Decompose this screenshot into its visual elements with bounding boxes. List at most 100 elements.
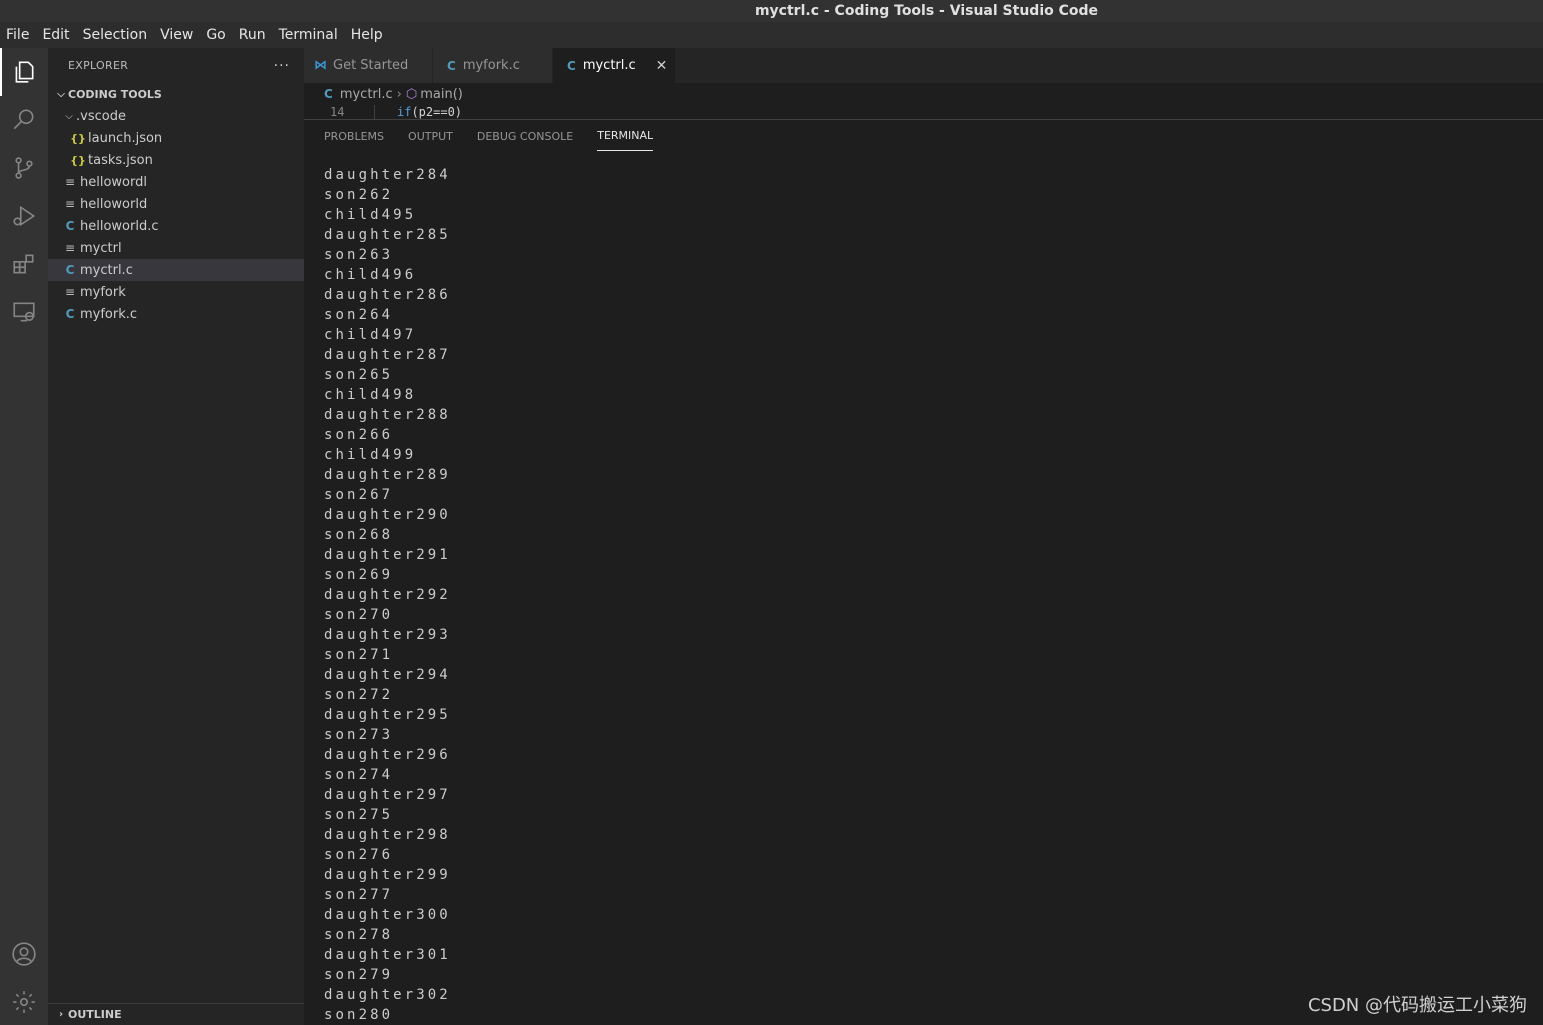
file-tasks-json[interactable]: {} tasks.json: [48, 149, 304, 171]
terminal-line: son263: [324, 247, 394, 263]
menu-view[interactable]: View: [160, 27, 193, 43]
file-helloworld[interactable]: ≡ helloworld: [48, 193, 304, 215]
panel-tabs: PROBLEMS OUTPUT DEBUG CONSOLE TERMINAL: [324, 120, 677, 152]
file-label: myfork: [80, 284, 126, 300]
chevron-down-icon: ⌵: [57, 88, 65, 100]
run-debug-icon[interactable]: [0, 192, 48, 240]
tab-myctrl-c[interactable]: C myctrl.c ✕: [553, 48, 677, 83]
file-label: myctrl: [80, 240, 122, 256]
terminal-output[interactable]: daughter284 son262 child495 daughter285 son2…: [324, 165, 1524, 1025]
file-myctrl-c[interactable]: C myctrl.c: [48, 259, 304, 281]
window-title: myctrl.c - Coding Tools - Visual Studio …: [754, 3, 1099, 19]
file-myfork-c[interactable]: C myfork.c: [48, 303, 304, 325]
editor-tabs: ⋈ Get Started C myfork.c C myctrl.c ✕: [304, 48, 1543, 83]
terminal-line: son271: [324, 647, 394, 663]
outline-section-header[interactable]: › OUTLINE: [48, 1003, 304, 1025]
files-icon[interactable]: [0, 48, 48, 96]
breadcrumb-file[interactable]: myctrl.c: [340, 87, 393, 102]
terminal-line: daughter301: [324, 947, 451, 963]
line-number: 14: [330, 105, 345, 119]
tab-terminal[interactable]: TERMINAL: [597, 121, 654, 151]
chevron-right-icon: ›: [396, 86, 402, 102]
terminal-line: son279: [324, 967, 394, 983]
menu-bar: File Edit Selection View Go Run Terminal…: [0, 22, 1543, 48]
folder-vscode[interactable]: ⌵ .vscode: [48, 105, 304, 127]
indent-guide: [374, 105, 375, 119]
terminal-line: son265: [324, 367, 394, 383]
terminal-line: daughter296: [324, 747, 451, 763]
tab-label: Get Started: [333, 58, 409, 73]
tab-label: myfork.c: [462, 58, 520, 73]
extensions-icon[interactable]: [0, 240, 48, 288]
terminal-line: daughter288: [324, 407, 451, 423]
menu-run[interactable]: Run: [239, 27, 266, 43]
explorer-sidebar: EXPLORER ··· ⌵ CODING TOOLS ⌵ .vscode {}…: [48, 48, 304, 1025]
workspace-section-header[interactable]: ⌵ CODING TOOLS: [48, 83, 304, 105]
terminal-line: daughter298: [324, 827, 451, 843]
breadcrumb-symbol[interactable]: main(): [420, 87, 463, 102]
c-file-icon: C: [447, 58, 456, 73]
workspace-name: CODING TOOLS: [68, 87, 162, 101]
tab-label: myctrl.c: [582, 58, 636, 73]
tab-problems[interactable]: PROBLEMS: [324, 120, 384, 152]
menu-help[interactable]: Help: [351, 27, 383, 43]
terminal-line: son266: [324, 427, 394, 443]
terminal-line: daughter297: [324, 787, 451, 803]
settings-gear-icon[interactable]: [0, 978, 48, 1025]
terminal-line: son267: [324, 487, 394, 503]
file-launch-json[interactable]: {} launch.json: [48, 127, 304, 149]
menu-go[interactable]: Go: [206, 27, 225, 43]
method-cube-icon: ⬡: [405, 86, 418, 102]
file-label: myctrl.c: [80, 262, 133, 278]
terminal-line: daughter299: [324, 867, 451, 883]
source-control-icon[interactable]: [0, 144, 48, 192]
watermark: CSDN @代码搬运工小菜狗: [1307, 995, 1527, 1016]
chevron-down-icon: ⌵: [65, 110, 73, 122]
activity-bar: [0, 48, 48, 1025]
terminal-line: daughter286: [324, 287, 451, 303]
terminal-line: child499: [324, 447, 417, 463]
close-icon[interactable]: ✕: [656, 58, 668, 74]
terminal-line: daughter287: [324, 347, 451, 363]
tab-output[interactable]: OUTPUT: [408, 120, 453, 152]
code-editor[interactable]: 14 if(p2==0): [304, 105, 1543, 119]
bottom-panel: PROBLEMS OUTPUT DEBUG CONSOLE TERMINAL d…: [304, 119, 1543, 1025]
json-file-icon: {}: [70, 153, 86, 167]
tab-get-started[interactable]: ⋈ Get Started: [304, 48, 433, 83]
text-file-icon: ≡: [64, 197, 76, 211]
explorer-title: EXPLORER: [68, 59, 129, 72]
file-label: myfork.c: [80, 306, 138, 322]
file-label: launch.json: [88, 130, 163, 146]
more-actions-icon[interactable]: ···: [274, 58, 290, 74]
menu-terminal[interactable]: Terminal: [279, 27, 338, 43]
terminal-line: son262: [324, 187, 394, 203]
terminal-line: daughter295: [324, 707, 451, 723]
tab-debug-console[interactable]: DEBUG CONSOLE: [477, 120, 573, 152]
file-myfork[interactable]: ≡ myfork: [48, 281, 304, 303]
terminal-line: daughter292: [324, 587, 451, 603]
terminal-line: son270: [324, 607, 394, 623]
menu-file[interactable]: File: [6, 27, 29, 43]
file-helloworld-c[interactable]: C helloworld.c: [48, 215, 304, 237]
terminal-line: daughter290: [324, 507, 451, 523]
terminal-line: child495: [324, 207, 417, 223]
explorer-header: EXPLORER ···: [48, 48, 304, 83]
remote-explorer-icon[interactable]: [0, 288, 48, 336]
menu-selection[interactable]: Selection: [83, 27, 148, 43]
title-bar: myctrl.c - Coding Tools - Visual Studio …: [0, 0, 1543, 22]
terminal-line: daughter300: [324, 907, 451, 923]
account-icon[interactable]: [0, 930, 48, 978]
search-icon[interactable]: [0, 96, 48, 144]
menu-edit[interactable]: Edit: [42, 27, 69, 43]
tab-myfork-c[interactable]: C myfork.c: [433, 48, 553, 83]
terminal-line: son268: [324, 527, 394, 543]
c-file-icon: C: [65, 307, 75, 321]
terminal-line: daughter285: [324, 227, 451, 243]
terminal-line: son276: [324, 847, 394, 863]
c-file-icon: C: [567, 58, 576, 73]
file-myctrl[interactable]: ≡ myctrl: [48, 237, 304, 259]
breadcrumb: C myctrl.c › ⬡ main(): [304, 83, 1543, 105]
outline-label: OUTLINE: [68, 1008, 122, 1021]
file-hellowordl[interactable]: ≡ hellowordl: [48, 171, 304, 193]
terminal-line: son278: [324, 927, 394, 943]
